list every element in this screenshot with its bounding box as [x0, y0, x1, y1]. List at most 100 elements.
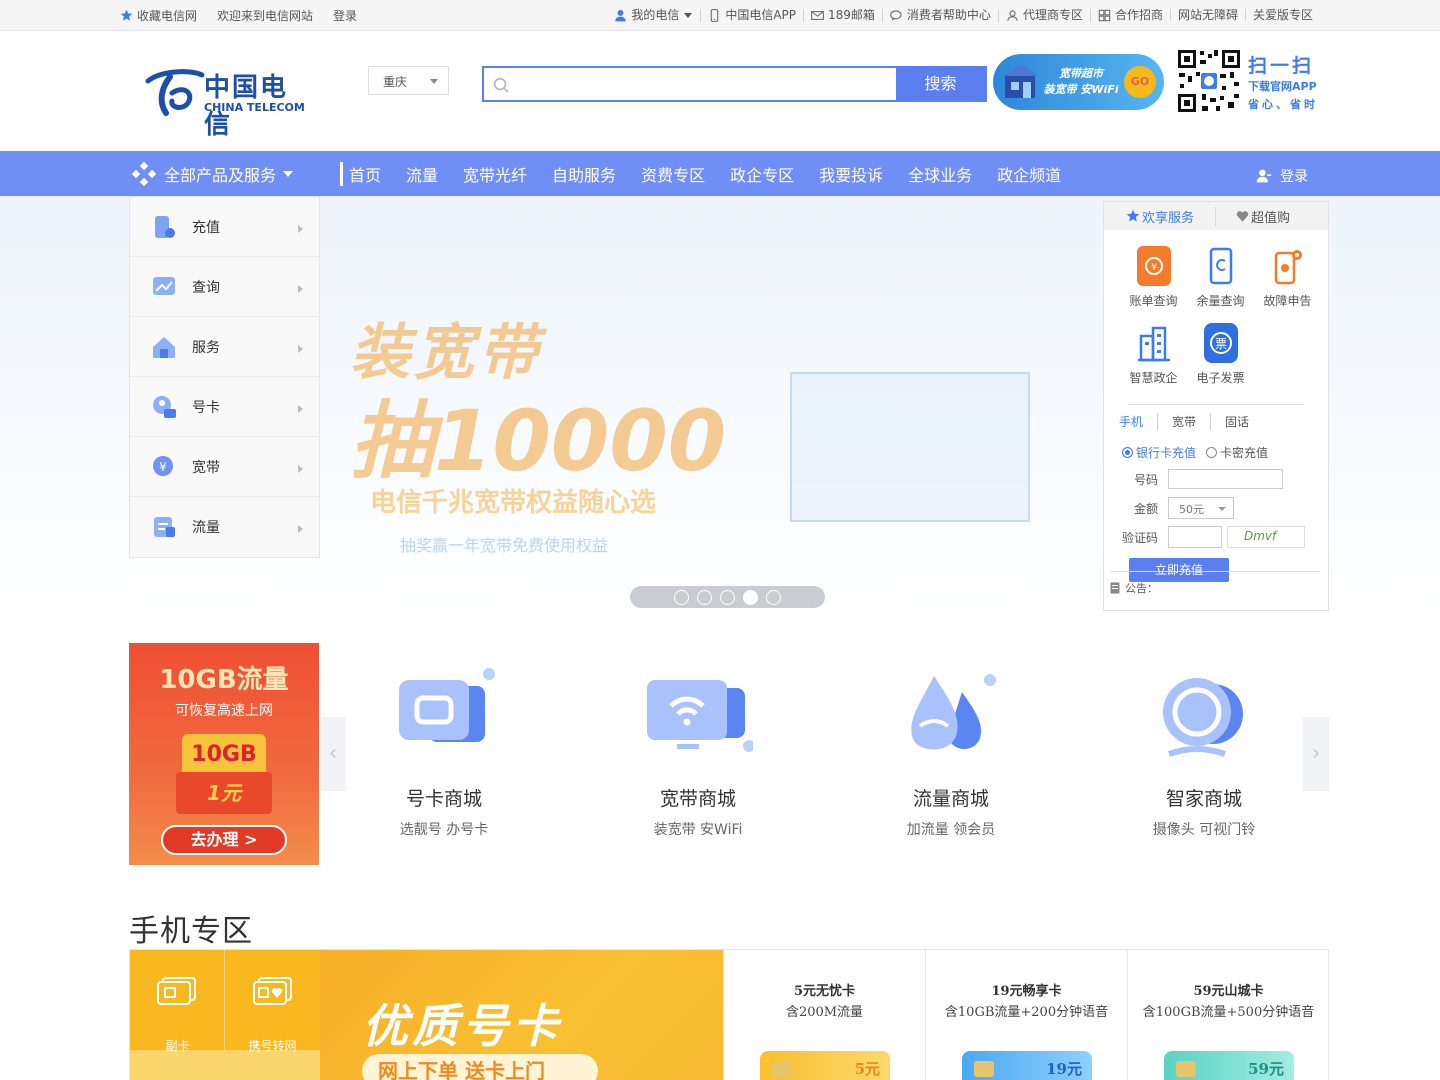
captcha-image[interactable]: Dmvf [1227, 526, 1305, 548]
accessibility-link[interactable]: 网站无障碍 [1169, 9, 1245, 21]
amount-row: 金额 50元 [1104, 495, 1328, 521]
chevron-down-icon [684, 13, 693, 18]
favorite-link[interactable]: 收藏电信网 [120, 7, 197, 24]
recharge-method: 银行卡充值 卡密充值 [1104, 430, 1328, 461]
promo-line-2: 装宽带 安WiFi [1043, 83, 1119, 96]
balance-query-button[interactable]: 余量查询 [1187, 246, 1254, 323]
logo[interactable]: 中国电信 CHINA TELECOM [140, 67, 315, 140]
main-nav: 全部产品及服务 首页 流量 宽带光纤 自助服务 资费专区 政企专区 我要投诉 全… [0, 151, 1440, 196]
broadband-promo-banner[interactable]: 宽带超市 装宽带 安WiFi GO [993, 54, 1164, 110]
tab-value-buy[interactable]: 超值购 [1216, 207, 1290, 226]
nav-link-complaint[interactable]: 我要投诉 [819, 162, 883, 186]
fault-report-button[interactable]: 故障申告 [1254, 246, 1321, 323]
help-center-link[interactable]: 消费者帮助中心 [881, 8, 998, 22]
data-package-ad[interactable]: 10GB流量 可恢复高速上网 10GB 1元 去办理 > [129, 643, 319, 865]
diamond-grid-icon [132, 161, 156, 186]
search-input[interactable] [484, 68, 896, 100]
heart-icon [1236, 210, 1249, 222]
user-icon [615, 9, 627, 21]
smart-enterprise-button[interactable]: 智慧政企 [1120, 323, 1187, 400]
sidebar-item-query[interactable]: 查询 [130, 257, 319, 317]
radio-button-checked [1122, 447, 1133, 458]
sidebar-item-recharge[interactable]: 充值 [130, 197, 319, 257]
nav-link-self-service[interactable]: 自助服务 [552, 162, 616, 186]
nav-link-data[interactable]: 流量 [406, 162, 438, 186]
scan-line-2: 省心、省时 [1248, 98, 1318, 111]
search-button[interactable]: 搜索 [896, 68, 985, 100]
sidebar-item-broadband[interactable]: ¥ 宽带 [130, 437, 319, 497]
secondary-card-link[interactable]: 副卡 [130, 950, 225, 1053]
carousel-dots [630, 586, 825, 608]
carousel-dot[interactable] [766, 589, 781, 605]
sidebar-item-number-card[interactable]: 号卡 [130, 377, 319, 437]
tab-enjoy-service[interactable]: 欢享服务 [1104, 206, 1216, 226]
number-input[interactable] [1168, 469, 1283, 489]
nav-link-enterprise[interactable]: 政企专区 [730, 162, 794, 186]
nav-links: 首页 流量 宽带光纤 自助服务 资费专区 政企专区 我要投诉 全球业务 政企频道 [340, 161, 1086, 186]
radio-bank-card[interactable]: 银行卡充值 [1122, 444, 1196, 461]
carousel-dot[interactable] [697, 589, 712, 605]
carousel-next-button[interactable]: › [1303, 717, 1329, 791]
query-icon [153, 276, 175, 295]
nav-link-global[interactable]: 全球业务 [908, 162, 972, 186]
smart-home-mall[interactable]: 智家商城 摄像头 可视门铃 [1104, 666, 1304, 839]
city-select[interactable]: 重庆 [368, 66, 449, 95]
plan-card-19[interactable]: 19元畅享卡 含10GB流量+200分钟语音 19元 [925, 950, 1127, 1080]
sidebar-item-service[interactable]: 服务 [130, 317, 319, 377]
nav-link-home[interactable]: 首页 [340, 161, 381, 186]
amount-select[interactable]: 50元 [1168, 497, 1234, 519]
sim-card-icon [153, 395, 176, 418]
broadband-mall[interactable]: 宽带商城 装宽带 安WiFi [598, 666, 798, 839]
carousel-dot-active[interactable] [743, 589, 758, 605]
plan-card-59[interactable]: 59元山城卡 含100GB流量+500分钟语音 59元 [1127, 950, 1328, 1080]
sidebar-item-data[interactable]: 流量 [130, 497, 319, 557]
number-portability-link[interactable]: 携号转网 [225, 950, 320, 1053]
scan-line-1: 下载官网APP [1248, 80, 1317, 93]
all-products-menu[interactable]: 全部产品及服务 [120, 161, 320, 186]
store-icon [1003, 64, 1039, 98]
carousel-dot[interactable] [674, 589, 689, 605]
captcha-row: 验证码 Dmvf [1104, 524, 1328, 550]
number-label: 号码 [1133, 472, 1158, 487]
header: 中国电信 CHINA TELECOM 重庆 搜索 宽带超市 装宽带 安WiFi G… [120, 31, 1320, 151]
plan-card-5[interactable]: 5元无忧卡 含200M流量 5元 [723, 950, 925, 1080]
captcha-input[interactable] [1168, 526, 1222, 548]
quality-number-card-banner[interactable]: 优质号卡 网上下单 送卡上门 [320, 950, 723, 1080]
partnership-link[interactable]: 合作招商 [1089, 8, 1170, 22]
nav-link-gov-channel[interactable]: 政企频道 [997, 162, 1061, 186]
bill-icon: ¥ [1136, 246, 1171, 286]
radio-button [1206, 447, 1218, 458]
tv-illustration [790, 372, 1030, 522]
tab-broadband[interactable]: 宽带 [1157, 413, 1210, 430]
carousel-dot[interactable] [720, 589, 735, 605]
agent-zone-link[interactable]: 代理商专区 [997, 8, 1090, 22]
top-login-link[interactable]: 登录 [333, 7, 357, 24]
bill-query-button[interactable]: ¥ 账单查询 [1120, 246, 1187, 323]
mail-link[interactable]: 189邮箱 [803, 8, 882, 22]
sim-card-image: 59元 [1164, 1051, 1294, 1080]
chevron-right-icon [298, 465, 303, 473]
tab-landline[interactable]: 固话 [1210, 413, 1263, 430]
star-icon [1126, 209, 1140, 222]
gear-phone-icon [1271, 246, 1305, 286]
banner-slide[interactable]: 装宽带 抽10000 电信千兆宽带权益随心选 抽奖赢一年宽带免费使用权益 [330, 204, 1090, 604]
e-invoice-button[interactable]: 票 电子发票 [1187, 323, 1254, 400]
my-telecom-menu[interactable]: 我的电信 [607, 9, 700, 22]
nav-login-button[interactable]: 登录 [1256, 166, 1308, 186]
search-icon [493, 77, 509, 93]
elderly-mode-link[interactable]: 关爱版专区 [1244, 9, 1320, 21]
carousel-prev-button[interactable]: ‹ [320, 717, 346, 791]
yuan-coin-icon: ¥ [153, 455, 173, 476]
ad-apply-button[interactable]: 去办理 > [161, 825, 287, 855]
nav-link-plans[interactable]: 资费专区 [641, 162, 705, 186]
scan-download-text: 扫一扫 下载官网APP 省心、省时 [1248, 51, 1318, 114]
promo-go-button[interactable]: GO [1124, 66, 1156, 98]
chevron-down-icon [1218, 507, 1226, 511]
top-bar: 收藏电信网 欢迎来到电信网站 登录 我的电信 中国电信APP 189邮箱 消费者… [0, 0, 1440, 31]
app-link[interactable]: 中国电信APP [700, 8, 803, 22]
tab-mobile[interactable]: 手机 [1119, 413, 1157, 430]
radio-prepaid-card[interactable]: 卡密充值 [1206, 444, 1268, 461]
nav-link-broadband[interactable]: 宽带光纤 [463, 162, 527, 186]
data-mall[interactable]: 流量商城 加流量 领会员 [851, 666, 1051, 839]
number-card-mall[interactable]: 号卡商城 选靓号 办号卡 [344, 666, 544, 839]
